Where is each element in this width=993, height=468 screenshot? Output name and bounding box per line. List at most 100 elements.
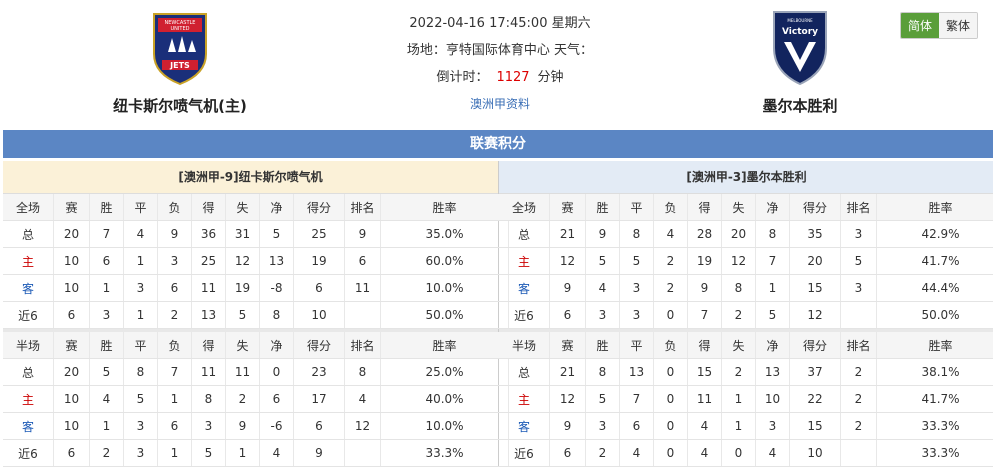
table-row: 总 21 8 13 0 15 2 13 37 2 38.1% (499, 358, 993, 386)
stat-cell: 7 (687, 301, 722, 329)
stat-cell: 12 (344, 412, 381, 440)
column-header: 净 (259, 332, 294, 359)
row-label: 总 (3, 220, 54, 248)
stat-cell: 1 (123, 247, 158, 275)
home-full-table: 全场赛胜平负得失净得分 排名 胜率总 20 7 4 9 36 31 5 25 9 35.0% 主 10 6 1 3… (3, 194, 509, 329)
table-header-row: 半场赛胜平负得失净得分 排名 胜率 (499, 332, 993, 359)
stat-cell: 10 (53, 247, 90, 275)
table-header-row: 全场赛胜平负得失净得分 排名 胜率 (499, 194, 993, 221)
table-row: 主 12 5 5 2 19 12 7 20 5 41.7% (499, 247, 993, 275)
stat-cell: 8 (123, 358, 158, 386)
table-row: 总 20 7 4 9 36 31 5 25 9 35.0% (3, 220, 509, 248)
stat-cell: 1 (157, 385, 192, 413)
stat-cell: 5 (619, 247, 654, 275)
column-header: 赛 (53, 332, 90, 359)
stat-cell: 4 (687, 439, 722, 467)
stat-cell: 6 (344, 247, 381, 275)
stat-cell: 4 (585, 274, 620, 302)
column-header: 失 (721, 194, 756, 221)
stat-cell: 4 (344, 385, 381, 413)
table-row: 主 10 6 1 3 25 12 13 19 6 60.0% (3, 247, 509, 275)
stat-cell: 40.0% (380, 385, 509, 413)
row-label: 总 (499, 358, 550, 386)
stat-cell: 13 (259, 247, 294, 275)
home-standings: [澳洲甲-9]纽卡斯尔喷气机 全场赛胜平负得失净得分 排名 胜率总 20 7 4 9 36 31… (3, 161, 509, 467)
away-full-table: 全场赛胜平负得失净得分 排名 胜率总 21 9 8 4 28 20 8 35 3 42.9% 主 12 5 5 2… (499, 194, 993, 329)
countdown: 倒计时： 1127 分钟 (340, 64, 660, 91)
stat-cell: 3 (585, 412, 620, 440)
stat-cell: 4 (123, 220, 158, 248)
stat-cell: 19 (687, 247, 722, 275)
language-toggle[interactable]: 简体 繁体 (899, 12, 978, 39)
stat-cell: 5 (585, 247, 620, 275)
stat-cell: -8 (259, 274, 294, 302)
column-header: 净 (755, 332, 790, 359)
stat-cell: 0 (259, 358, 294, 386)
stat-cell: 9 (687, 274, 722, 302)
stat-cell: 41.7% (876, 247, 993, 275)
stat-cell: 31 (225, 220, 260, 248)
stat-cell: 10 (53, 385, 90, 413)
stat-cell: 35 (789, 220, 841, 248)
column-header: 胜 (585, 194, 620, 221)
column-header: 负 (157, 332, 192, 359)
row-label: 近6 (499, 439, 550, 467)
stat-cell: 10 (53, 274, 90, 302)
stat-cell: 10 (755, 385, 790, 413)
column-header: 得分 (789, 194, 841, 221)
table-row: 近6 6 3 3 0 7 2 5 12 50.0% (499, 301, 993, 329)
stat-cell: 13 (619, 358, 654, 386)
league-info-link[interactable]: 澳洲甲资料 (470, 97, 530, 111)
stat-cell: 8 (259, 301, 294, 329)
stat-cell: 25 (191, 247, 226, 275)
home-team[interactable]: NEWCASTLE UNITED JETS 纽卡斯尔喷气机(主) (80, 8, 280, 116)
traditional-chinese-button[interactable]: 繁体 (938, 13, 977, 38)
stat-cell: 8 (755, 220, 790, 248)
stat-cell: 42.9% (876, 220, 993, 248)
stat-cell: 5 (225, 301, 260, 329)
column-header: 半场 (3, 332, 54, 359)
stat-cell: 11 (344, 274, 381, 302)
away-team[interactable]: MELBOURNE Victory 墨尔本胜利 (700, 8, 900, 116)
column-header: 排名 (344, 194, 381, 221)
row-label: 总 (499, 220, 550, 248)
row-label: 主 (499, 247, 550, 275)
column-header: 排名 (344, 332, 381, 359)
row-label: 主 (3, 385, 54, 413)
stat-cell (840, 439, 877, 467)
stat-cell: 1 (123, 301, 158, 329)
stat-cell: 11 (191, 274, 226, 302)
stat-cell: 25 (293, 220, 345, 248)
stat-cell: 6 (53, 439, 90, 467)
stat-cell: 35.0% (380, 220, 509, 248)
table-row: 客 10 1 3 6 11 19 -8 6 11 10.0% (3, 274, 509, 302)
column-header: 排名 (840, 194, 877, 221)
stat-cell: 15 (789, 274, 841, 302)
stat-cell: 5 (259, 220, 294, 248)
stat-cell: 6 (89, 247, 124, 275)
home-half-table: 半场赛胜平负得失净得分 排名 胜率总 20 5 8 7 11 11 0 23 8 25.0% 主 10 4 5 1… (3, 332, 509, 467)
column-header: 胜率 (876, 332, 993, 359)
stat-cell: 5 (755, 301, 790, 329)
away-team-name: 墨尔本胜利 (762, 97, 838, 115)
stat-cell: 3 (585, 301, 620, 329)
stat-cell: 37 (789, 358, 841, 386)
column-header: 得 (687, 194, 722, 221)
column-header: 平 (123, 194, 158, 221)
stat-cell: 33.3% (876, 412, 993, 440)
stat-cell: 2 (225, 385, 260, 413)
column-header: 胜率 (380, 332, 509, 359)
stat-cell: 19 (225, 274, 260, 302)
row-label: 近6 (3, 301, 54, 329)
stat-cell: 6 (259, 385, 294, 413)
column-header: 赛 (53, 194, 90, 221)
stat-cell: 50.0% (876, 301, 993, 329)
simplified-chinese-button[interactable]: 简体 (900, 13, 939, 38)
stat-cell: 2 (89, 439, 124, 467)
stat-cell: 12 (549, 247, 586, 275)
svg-text:Victory: Victory (782, 27, 818, 37)
table-row: 主 12 5 7 0 11 1 10 22 2 41.7% (499, 385, 993, 413)
stat-cell: 2 (653, 247, 688, 275)
stat-cell: 4 (687, 412, 722, 440)
stat-cell: 20 (53, 358, 90, 386)
